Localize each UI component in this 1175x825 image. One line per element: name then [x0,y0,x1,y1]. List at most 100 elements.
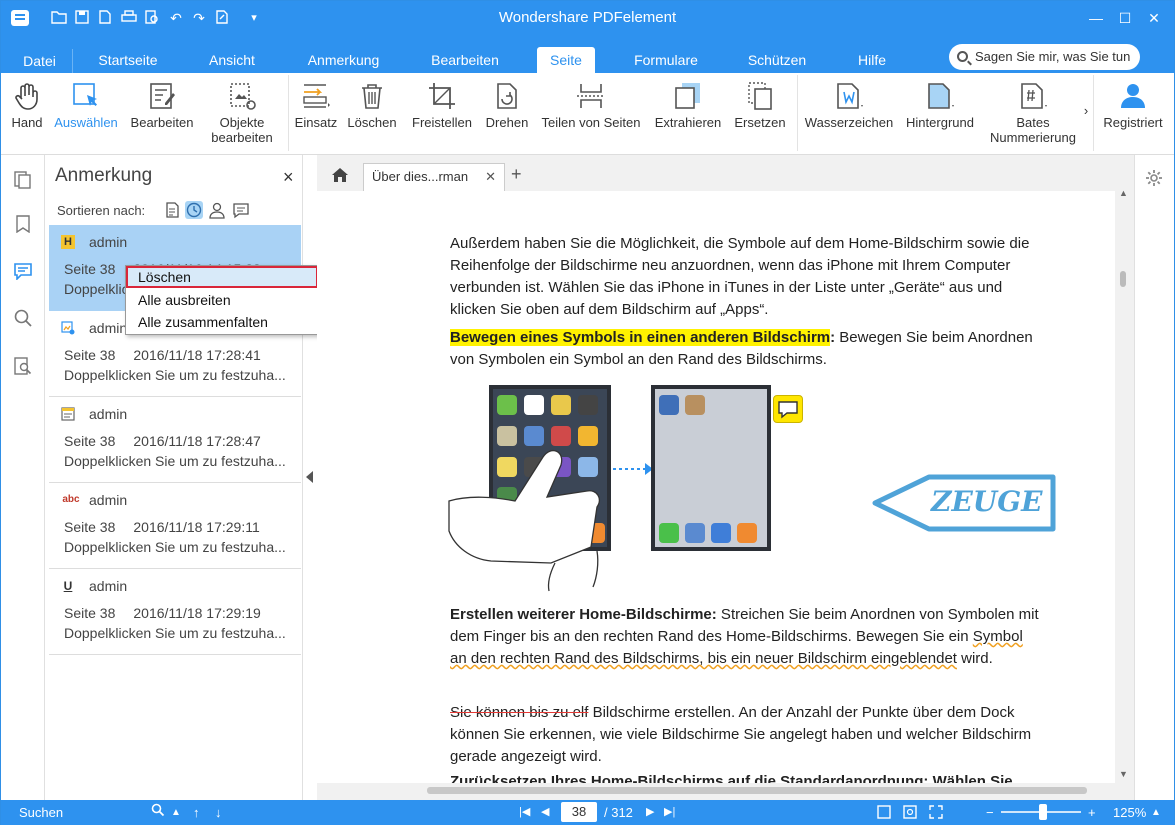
settings-gear-icon[interactable] [1145,169,1163,190]
first-page-icon[interactable]: |◀ [519,804,530,821]
zoom-in-icon[interactable]: + [1088,804,1096,821]
account-label: Registriert [1103,115,1163,130]
tab-formulare[interactable]: Formulare [623,47,709,73]
close-tab-icon[interactable]: ✕ [485,164,496,190]
witness-stamp[interactable]: ZEUGE [871,473,1059,533]
search-up-arrow-icon[interactable]: ↑ [193,804,200,821]
thumbnails-icon[interactable] [14,171,32,189]
insert-button[interactable]: Einsatz [292,77,340,130]
background-button[interactable]: Hintergrund [901,77,979,130]
search-down-arrow-icon[interactable]: ↓ [215,804,222,821]
delete-button[interactable]: Löschen [345,77,399,130]
highlighted-heading[interactable]: Bewegen eines Symbols in einen anderen B… [450,329,831,346]
tell-me-search[interactable]: Sagen Sie mir, was Sie tun [949,44,1140,70]
account-button[interactable]: Registriert [1097,77,1169,130]
delete-label: Löschen [347,115,397,130]
annotation-date: 2016/11/18 17:29:11 [133,519,260,535]
close-window-icon[interactable]: ✕ [1145,9,1163,27]
zoom-dropdown-icon[interactable]: ▲ [1151,804,1161,821]
panel-title: Anmerkung [55,165,153,186]
context-collapse-all-item[interactable]: Alle zusammenfalten [126,311,318,333]
context-expand-all-item[interactable]: Alle ausbreiten [126,289,318,311]
ribbon-toolbar: Hand Auswählen Bearbeiten Objekte bearbe… [1,73,1174,155]
scroll-down-icon[interactable]: ▼ [1119,769,1128,779]
context-delete-item[interactable]: Löschen [126,266,318,288]
right-sidebar [1134,155,1174,800]
strikeout-annotation[interactable]: Sie können bis zu elf [450,704,588,721]
rotate-button[interactable]: Drehen [482,77,532,130]
zoom-level[interactable]: 125% [1113,804,1146,821]
annotation-description: Doppelklicken Sie um zu festzuha... [64,625,286,641]
edit-text-icon [147,81,177,111]
annotation-item[interactable]: admin Seite 38 2016/11/18 17:28:47 Doppel… [49,397,301,483]
crop-button[interactable]: Freistellen [405,77,479,130]
horizontal-scroll-thumb[interactable] [427,787,1087,794]
select-button[interactable]: Auswählen [51,77,121,130]
annotation-panel: Anmerkung × Sortieren nach: H admin Seit… [45,155,303,800]
ribbon-scroll-right-icon[interactable]: › [1080,103,1092,118]
search-previous-icon[interactable]: ▲ [171,804,181,821]
fit-page-icon[interactable] [877,805,891,823]
tab-anmerkung[interactable]: Anmerkung [296,47,391,73]
hand-button[interactable]: Hand [7,77,47,130]
sort-by-time-icon[interactable] [185,201,203,219]
fit-width-icon[interactable] [903,805,917,823]
close-panel-icon[interactable]: × [283,167,294,188]
bates-numbering-button[interactable]: Bates Nummerierung [985,77,1081,145]
last-page-icon[interactable]: ▶| [664,804,675,821]
annotation-author: admin [89,320,128,336]
pdf-page: Außerdem haben Sie die Möglichkeit, die … [317,191,1117,784]
edit-button[interactable]: Bearbeiten [126,77,198,130]
find-page-icon[interactable] [14,357,32,375]
crop-label: Freistellen [412,115,472,130]
tab-bearbeiten[interactable]: Bearbeiten [419,47,511,73]
zoom-slider-thumb[interactable] [1039,804,1047,820]
previous-page-icon[interactable]: ◀ [541,804,549,821]
maximize-icon[interactable]: ☐ [1116,9,1134,27]
comment-note-icon[interactable] [773,395,803,423]
tab-ansicht[interactable]: Ansicht [191,47,273,73]
bookmark-icon[interactable] [14,215,32,234]
tab-seite[interactable]: Seite [537,47,595,73]
tab-schuetzen[interactable]: Schützen [737,47,817,73]
tab-hilfe[interactable]: Hilfe [846,47,898,73]
app-window: ↶ ↷ ▾ Wondershare PDFelement — ☐ ✕ Datei… [0,0,1175,825]
sort-by-type-icon[interactable] [232,201,250,219]
minimize-icon[interactable]: — [1087,9,1105,27]
search-panel-icon[interactable] [14,309,32,327]
bates-icon [1018,81,1048,111]
annotation-item[interactable]: abc admin Seite 38 2016/11/18 17:29:11 Do… [49,483,301,569]
zoom-out-icon[interactable]: − [986,804,994,821]
horizontal-scrollbar[interactable] [317,783,1134,799]
scroll-up-icon[interactable]: ▲ [1119,188,1128,198]
user-icon [1118,81,1148,111]
home-icon[interactable] [331,167,349,183]
edit-objects-label-2: bearbeiten [211,130,273,145]
annotation-meta: Seite 38 2016/11/18 17:28:41 [64,347,261,363]
document-tab[interactable]: Über dies...rman ✕ [363,163,505,191]
next-page-icon[interactable]: ▶ [646,804,654,821]
search-status-label[interactable]: Suchen [19,804,63,821]
search-icon[interactable] [151,803,165,821]
watermark-button[interactable]: Wasserzeichen [802,77,896,130]
file-menu[interactable]: Datei [7,49,73,73]
extract-button[interactable]: Extrahieren [651,77,725,130]
fullscreen-icon[interactable] [929,805,943,823]
document-area: Über dies...rman ✕ + Außerdem haben Sie … [317,155,1134,800]
extract-icon [673,81,703,111]
new-tab-icon[interactable]: + [511,164,522,185]
replace-button[interactable]: Ersetzen [731,77,789,130]
annotation-item[interactable]: U admin Seite 38 2016/11/18 17:29:19 Dopp… [49,569,301,655]
edit-objects-button[interactable]: Objekte bearbeiten [205,77,279,145]
window-title: Wondershare PDFelement [498,9,677,26]
vertical-scroll-thumb[interactable] [1120,271,1126,287]
vertical-scrollbar[interactable]: ▲ ▼ [1115,188,1133,785]
split-pages-button[interactable]: Teilen von Seiten [537,77,645,130]
collapse-panel-icon[interactable] [306,471,313,483]
tab-startseite[interactable]: Startseite [83,47,173,73]
sort-by-author-icon[interactable] [208,201,226,219]
annotation-page: Seite 38 [64,519,116,535]
comment-icon[interactable] [14,262,32,281]
sort-by-page-icon[interactable] [163,201,181,219]
page-number-input[interactable]: 38 [561,802,597,822]
